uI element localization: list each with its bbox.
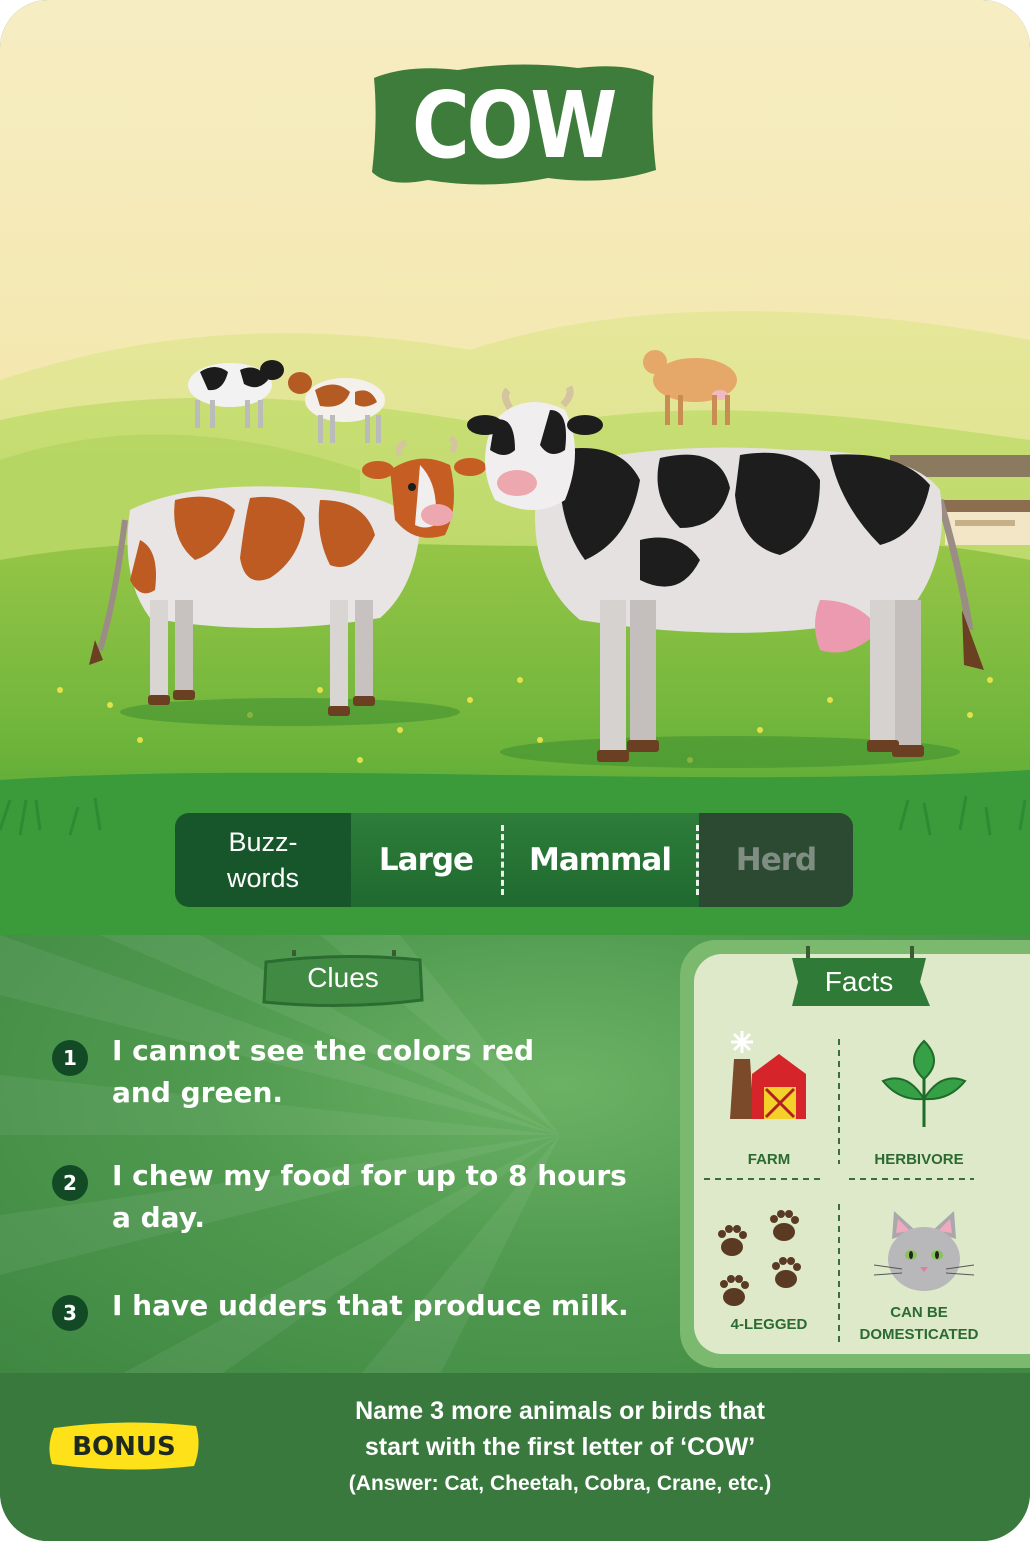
leaf-icon [881, 1039, 967, 1127]
paw-prints-icon [718, 1210, 801, 1306]
facts-grid: FARM HERBIVORE 4-LEGGED CAN BE DOMESTICA… [694, 954, 1030, 1354]
facts-panel: FARM HERBIVORE 4-LEGGED CAN BE DOMESTICA… [680, 940, 1030, 1368]
bonus-badge-label: BONUS [72, 1432, 176, 1462]
buzzwords-list: Large Mammal Herd [351, 813, 853, 907]
clue-number: 3 [52, 1295, 88, 1331]
farm-icon [730, 1031, 806, 1119]
buzzword-large: Large [378, 842, 474, 878]
card-title: COW [411, 71, 618, 179]
facts-heading: Facts [824, 966, 894, 997]
fact-label-herbivore: HERBIVORE [874, 1151, 964, 1168]
clue-text: I chew my food for up to 8 hours a day. [112, 1159, 627, 1234]
buzzword-mammal: Mammal [529, 842, 672, 878]
clue-item: 1 I cannot see the colors red and green. [52, 1030, 652, 1114]
clue-text: I have udders that produce milk. [112, 1289, 629, 1322]
buzzwords-bar: Buzz- words Large Mammal Herd [175, 813, 853, 907]
fact-label-domesticated: CAN BE DOMESTICATED [854, 1302, 984, 1346]
bonus-line-2: start with the first letter of ‘COW’ [364, 1433, 756, 1461]
fact-label-domesticated-text: CAN BE DOMESTICATED [859, 1304, 979, 1343]
clues-facts-panel: Clues 1 I cannot see the colors red and … [0, 935, 1030, 1375]
fact-label-farm: FARM [747, 1151, 791, 1168]
bonus-badge: BONUS [49, 1422, 199, 1470]
buzzword-herd: Herd [699, 813, 853, 907]
clues-heading: Clues [307, 962, 379, 993]
bonus-line-1: Name 3 more animals or birds that [355, 1397, 765, 1425]
buzzword-divider [696, 825, 699, 895]
clue-item: 2 I chew my food for up to 8 hours a day… [52, 1155, 652, 1239]
buzzword-divider [501, 825, 504, 895]
clue-text: I cannot see the colors red and green. [112, 1034, 535, 1109]
cat-icon [874, 1211, 974, 1291]
fact-label-4-legged: 4-LEGGED [730, 1316, 808, 1333]
clue-number: 1 [52, 1040, 88, 1076]
buzzwords-label: Buzz- words [175, 813, 351, 907]
bonus-answer: (Answer: Cat, Cheetah, Cobra, Crane, etc… [348, 1472, 772, 1495]
animal-card: COW Buzz- words Large Mammal Herd Clues … [0, 0, 1030, 1541]
bonus-prompt: Name 3 more animals or birds that start … [310, 1393, 810, 1503]
clue-item: 3 I have udders that produce milk. [52, 1285, 652, 1331]
clue-number: 2 [52, 1165, 88, 1201]
